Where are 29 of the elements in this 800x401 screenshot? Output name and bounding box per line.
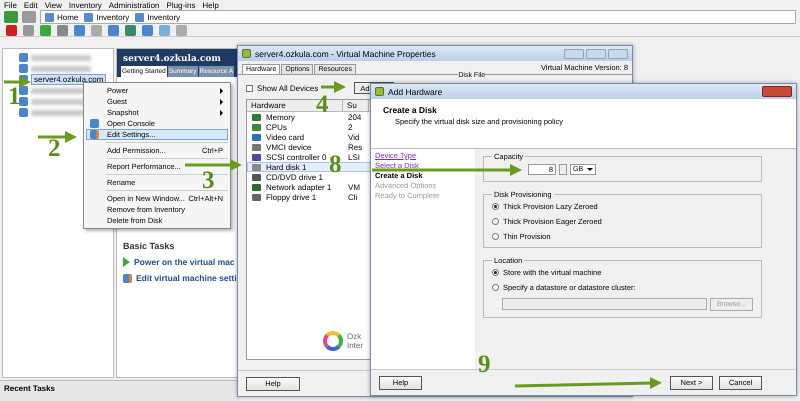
device-summary: VM	[347, 183, 361, 192]
device-name: Floppy drive 1	[266, 193, 316, 202]
device-name: SCSI controller 0	[266, 153, 326, 162]
logo-text: Inter	[347, 341, 364, 350]
device-summary: 2	[347, 123, 354, 132]
window-title: Add Hardware	[388, 86, 442, 96]
window-title: server4.ozkula.com - Virtual Machine Properties	[255, 48, 436, 58]
device-summary: 204	[347, 113, 362, 122]
step-number: 1	[8, 84, 20, 109]
device-name: Hard disk 1	[266, 163, 306, 172]
section-title: Basic Tasks	[123, 241, 176, 251]
page-heading: Create a Disk	[383, 105, 438, 115]
step-number: 2	[48, 136, 60, 161]
device-name: Network adapter 1	[266, 183, 332, 192]
device-summary: Vid	[347, 133, 360, 142]
device-name: Video card	[266, 133, 304, 142]
checkbox-label: Show All Devices	[257, 84, 318, 92]
device-summary: Res	[347, 143, 364, 152]
device-summary: Cli	[347, 193, 358, 202]
step-number: 3	[202, 168, 214, 193]
logo-text: Ozk	[347, 332, 362, 341]
device-name: CPUs	[266, 123, 287, 132]
device-summary: LSI	[347, 153, 362, 162]
device-name: Memory	[266, 113, 295, 122]
device-name: CD/DVD drive 1	[266, 173, 323, 182]
panel-title: Recent Tasks	[3, 383, 56, 395]
step-number: 9	[478, 352, 490, 377]
device-name: VMCI device	[266, 143, 312, 152]
step-number: 8	[329, 152, 342, 177]
